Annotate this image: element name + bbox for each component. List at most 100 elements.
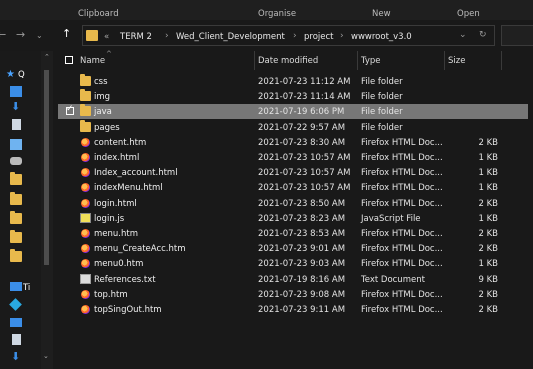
search-box[interactable] (501, 25, 533, 46)
folder-icon[interactable] (10, 211, 22, 224)
breadcrumb-wwwroot[interactable]: wwwroot_v3.0 (351, 32, 412, 42)
firefox-icon (81, 153, 90, 162)
column-header-size[interactable]: Size (448, 56, 465, 66)
column-divider[interactable] (444, 51, 445, 70)
file-name: pages (94, 122, 120, 133)
folder-icon (80, 119, 91, 132)
this-pc-label[interactable]: Ti (23, 283, 30, 293)
column-header-date-modified[interactable]: Date modified (258, 56, 318, 66)
address-dropdown-icon[interactable]: ⌄ (459, 30, 467, 40)
file-row[interactable]: index.html 2021-07-23 10:57 AM Firefox HTM… (58, 150, 528, 165)
ribbon-group-open: Open (457, 9, 480, 19)
recent-locations-chevron-icon[interactable]: ⌄ (36, 30, 43, 41)
file-row[interactable]: top.htm 2021-07-23 9:08 AM Firefox HTML Do… (58, 287, 528, 302)
breadcrumb-term2[interactable]: TERM 2 (120, 32, 152, 42)
file-row[interactable]: img 2021-07-23 11:14 AM File folder (58, 89, 528, 104)
scroll-up-icon[interactable]: ⌃ (44, 53, 50, 61)
file-size: 1 KB (478, 183, 498, 194)
file-date-modified: 2021-07-23 9:11 AM (258, 305, 346, 315)
file-name: login.js (94, 213, 125, 224)
file-type: File folder (361, 77, 403, 87)
folder-icon[interactable] (10, 249, 22, 262)
file-size: 1 KB (478, 259, 498, 270)
desktop-icon[interactable] (10, 318, 22, 327)
breadcrumb-project[interactable]: project (304, 32, 334, 42)
file-name: indexMenu.html (94, 183, 163, 194)
file-name: topSingOut.htm (94, 305, 162, 315)
file-row[interactable]: References.txt 2021-07-19 8:16 AM Text Doc… (58, 272, 528, 287)
column-divider[interactable] (501, 51, 502, 70)
file-row[interactable]: content.htm 2021-07-23 8:30 AM Firefox HTM… (58, 135, 528, 150)
file-name: login.html (94, 198, 137, 209)
firefox-icon (81, 168, 90, 178)
address-bar[interactable]: « TERM 2 › Wed_Client_Development › proj… (82, 25, 495, 46)
forward-arrow-icon[interactable]: → (16, 29, 25, 40)
folder-icon (86, 30, 98, 41)
folder-icon[interactable] (10, 230, 22, 243)
firefox-icon (81, 229, 90, 238)
folder-icon[interactable] (10, 172, 22, 185)
file-row[interactable]: pages 2021-07-22 9:57 AM File folder (58, 119, 528, 135)
file-date-modified: 2021-07-23 10:57 AM (258, 183, 351, 194)
file-row[interactable]: login.html 2021-07-23 8:50 AM Firefox HTML… (58, 196, 528, 211)
quick-access-star-icon[interactable]: ★ (6, 69, 15, 80)
file-date-modified: 2021-07-23 8:30 AM (258, 137, 346, 148)
column-header-name[interactable]: Name (80, 56, 105, 66)
ribbon-group-new: New (372, 9, 391, 19)
drive-icon[interactable] (10, 157, 22, 165)
documents-icon[interactable] (12, 119, 21, 130)
breadcrumb-overflow[interactable]: « (104, 32, 109, 42)
firefox-icon (81, 198, 90, 208)
file-type: Text Document (361, 274, 425, 285)
file-row[interactable]: menu_CreateAcc.htm 2021-07-23 9:01 AM Fire… (58, 241, 528, 256)
file-type: Firefox HTML Doc... (361, 305, 443, 315)
ribbon-group-organise: Organise (258, 9, 297, 19)
up-arrow-icon[interactable]: ↑ (62, 28, 71, 39)
file-size: 2 KB (478, 289, 498, 300)
downloads-icon[interactable]: ⬇ (11, 100, 20, 113)
scroll-down-icon[interactable]: ⌄ (43, 352, 49, 360)
pictures-icon[interactable] (10, 139, 22, 150)
file-size: 2 KB (478, 244, 498, 255)
this-pc-icon[interactable] (10, 282, 22, 291)
file-row[interactable]: menu0.htm 2021-07-23 9:03 AM Firefox HTML … (58, 256, 528, 271)
firefox-icon (81, 305, 90, 314)
file-row[interactable]: css 2021-07-23 11:12 AM File folder (58, 74, 528, 89)
row-checkbox[interactable] (66, 104, 74, 116)
desktop-icon[interactable] (10, 86, 22, 97)
refresh-icon[interactable]: ↻ (479, 30, 487, 40)
file-size: 9 KB (478, 274, 498, 285)
file-name: References.txt (94, 274, 156, 285)
file-row[interactable]: java 2021-07-19 6:06 PM File folder (58, 104, 528, 120)
select-all-checkbox[interactable] (65, 56, 73, 64)
file-size: 2 KB (478, 229, 498, 239)
column-divider[interactable] (357, 51, 358, 70)
file-row[interactable]: menu.htm 2021-07-23 8:53 AM Firefox HTML D… (58, 226, 528, 241)
downloads-icon[interactable]: ⬇ (11, 350, 20, 363)
quick-access-label[interactable]: Q (18, 70, 25, 80)
navigation-pane-scroll-thumb[interactable] (44, 70, 49, 265)
file-row[interactable]: topSingOut.htm 2021-07-23 9:11 AM Firefox … (58, 302, 528, 317)
file-row[interactable]: indexMenu.html 2021-07-23 10:57 AM Firefox… (58, 180, 528, 195)
breadcrumb-separator-icon: › (293, 31, 297, 41)
file-date-modified: 2021-07-23 9:03 AM (258, 259, 346, 270)
file-name: Index_account.html (94, 168, 178, 179)
file-type: File folder (361, 107, 403, 118)
firefox-icon (81, 244, 90, 254)
folder-icon[interactable] (10, 192, 22, 205)
documents-icon[interactable] (12, 334, 21, 345)
column-divider[interactable] (254, 51, 255, 70)
file-type: Firefox HTML Doc... (361, 137, 443, 148)
file-row[interactable]: login.js 2021-07-23 8:23 AM JavaScript Fil… (58, 211, 528, 226)
back-arrow-icon[interactable]: ← (0, 29, 6, 40)
text-file-icon (80, 273, 91, 284)
breadcrumb-separator-icon: › (340, 31, 344, 41)
file-name: menu0.htm (94, 259, 144, 270)
breadcrumb-wed-client-development[interactable]: Wed_Client_Development (176, 32, 285, 42)
firefox-icon (81, 289, 90, 299)
js-file-icon (80, 212, 91, 223)
file-type: Firefox HTML Doc... (361, 168, 443, 179)
breadcrumb-separator-icon: › (165, 31, 169, 41)
column-header-type[interactable]: Type (361, 56, 381, 66)
file-row[interactable]: Index_account.html 2021-07-23 10:57 AM Fir… (58, 165, 528, 180)
